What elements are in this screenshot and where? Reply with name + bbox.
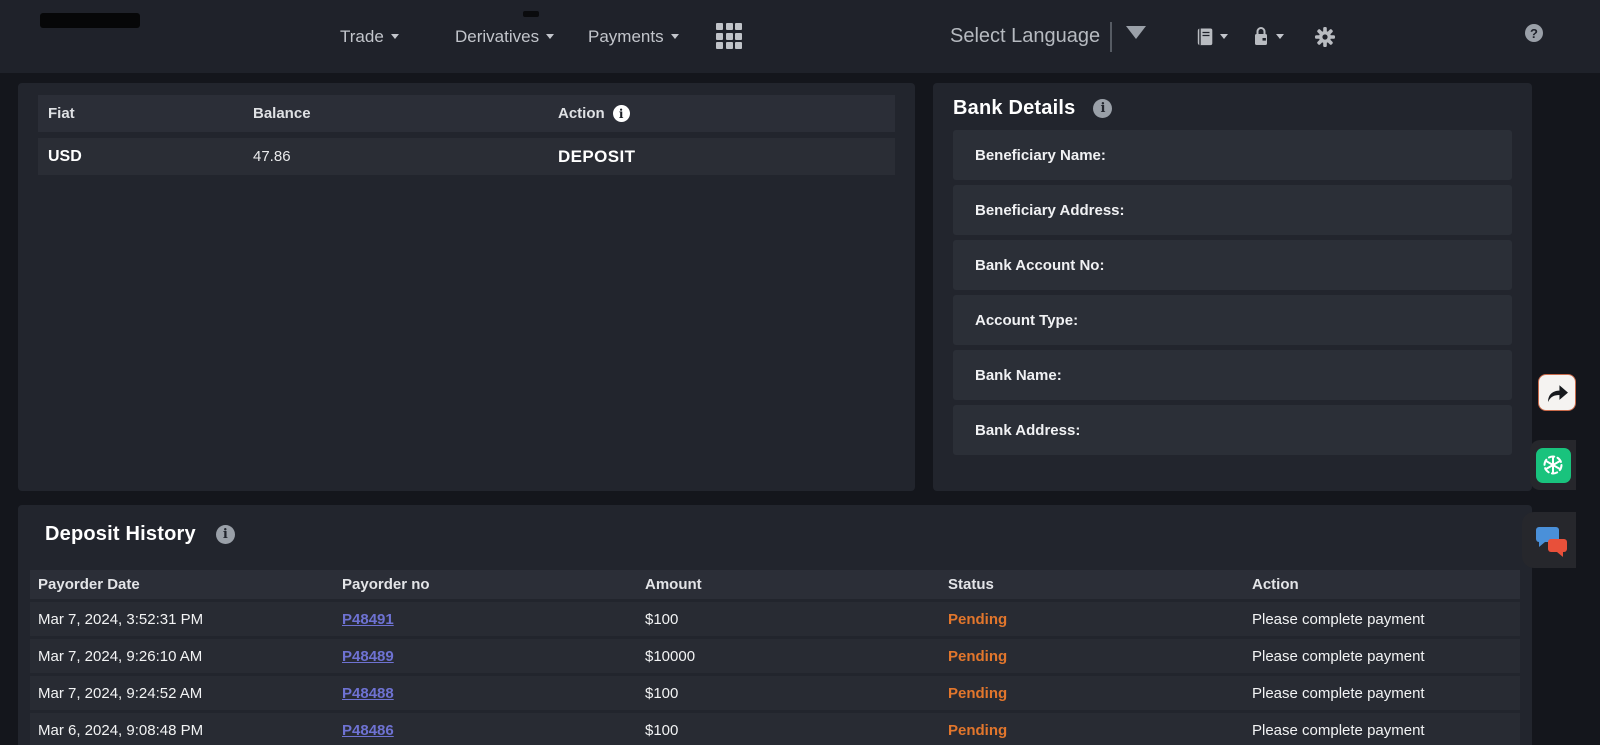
chevron-down-icon xyxy=(546,34,554,39)
table-row: Mar 7, 2024, 9:26:10 AM P48489 $10000 Pe… xyxy=(30,639,1520,673)
chevron-down-icon xyxy=(1220,34,1228,39)
payorder-link[interactable]: P48488 xyxy=(342,685,394,702)
action-text: Please complete payment xyxy=(1244,648,1520,665)
divider xyxy=(1110,22,1112,52)
security-menu[interactable] xyxy=(1250,0,1284,73)
orders-menu[interactable] xyxy=(1194,0,1228,73)
gpt-logo-icon xyxy=(1541,453,1565,477)
fiat-balance-value: 47.86 xyxy=(253,148,291,165)
deposit-history-panel: Deposit History i Payorder Date Payorder… xyxy=(18,505,1532,745)
action-text: Please complete payment xyxy=(1244,611,1520,628)
payorder-date: Mar 6, 2024, 9:08:48 PM xyxy=(30,722,334,739)
gpt-extension-button[interactable] xyxy=(1530,440,1576,490)
amount: $100 xyxy=(637,611,940,628)
apps-grid-icon[interactable] xyxy=(716,23,742,49)
fiat-currency: USD xyxy=(48,148,82,166)
col-payorder-date: Payorder Date xyxy=(30,576,334,593)
nav-payments[interactable]: Payments xyxy=(588,0,679,73)
amount: $100 xyxy=(637,685,940,702)
col-status: Status xyxy=(940,576,1244,593)
chat-bubbles-icon xyxy=(1526,519,1572,561)
share-arrow-icon xyxy=(1544,381,1570,405)
table-row: Mar 7, 2024, 3:52:31 PM P48491 $100 Pend… xyxy=(30,602,1520,636)
bank-field-bank-address: Bank Address: xyxy=(953,405,1512,455)
deposit-history-title: Deposit History xyxy=(45,523,196,546)
action-info-icon[interactable]: i xyxy=(613,105,630,122)
status-badge: Pending xyxy=(940,685,1244,702)
amount: $100 xyxy=(637,722,940,739)
lock-icon xyxy=(1250,25,1272,49)
amount: $10000 xyxy=(637,648,940,665)
language-selector[interactable]: Select Language xyxy=(950,0,1100,73)
action-text: Please complete payment xyxy=(1244,722,1520,739)
bank-field-account-no: Bank Account No: xyxy=(953,240,1512,290)
payorder-link[interactable]: P48486 xyxy=(342,722,394,739)
language-dropdown-icon[interactable] xyxy=(1126,26,1146,39)
help-icon[interactable]: ? xyxy=(1525,24,1543,42)
deposit-history-info-icon[interactable]: i xyxy=(216,525,235,544)
bank-details-info-icon[interactable]: i xyxy=(1093,99,1112,118)
payorder-link[interactable]: P48491 xyxy=(342,611,394,628)
status-badge: Pending xyxy=(940,722,1244,739)
logo[interactable] xyxy=(40,13,140,28)
payorder-link[interactable]: P48489 xyxy=(342,648,394,665)
gear-icon xyxy=(1314,26,1336,48)
col-action: Action xyxy=(1244,576,1520,593)
payorder-date: Mar 7, 2024, 9:24:52 AM xyxy=(30,685,334,702)
top-navbar: Trade Derivatives Payments Select Langua… xyxy=(0,0,1600,73)
deposit-history-table: Payorder Date Payorder no Amount Status … xyxy=(30,570,1520,745)
gpt-badge xyxy=(1536,448,1571,483)
payorder-date: Mar 7, 2024, 3:52:31 PM xyxy=(30,611,334,628)
status-badge: Pending xyxy=(940,611,1244,628)
book-icon xyxy=(1194,26,1216,48)
chevron-down-icon xyxy=(391,34,399,39)
nav-derivatives[interactable]: Derivatives xyxy=(455,0,554,73)
chevron-down-icon xyxy=(671,34,679,39)
bank-field-beneficiary-address: Beneficiary Address: xyxy=(953,185,1512,235)
history-table-header: Payorder Date Payorder no Amount Status … xyxy=(30,570,1520,599)
nav-derivatives-label: Derivatives xyxy=(455,27,539,47)
fiat-table: Fiat Balance Action i USD 47.86 DEPOSIT xyxy=(38,95,895,175)
bank-field-bank-name: Bank Name: xyxy=(953,350,1512,400)
bank-field-beneficiary-name: Beneficiary Name: xyxy=(953,130,1512,180)
col-action: Action xyxy=(558,105,605,122)
table-row: Mar 7, 2024, 9:24:52 AM P48488 $100 Pend… xyxy=(30,676,1520,710)
nav-trade-label: Trade xyxy=(340,27,384,47)
fiat-row-usd: USD 47.86 DEPOSIT xyxy=(38,138,895,175)
share-extension-button[interactable] xyxy=(1538,374,1576,411)
col-fiat: Fiat xyxy=(48,105,75,122)
help-glyph: ? xyxy=(1530,26,1538,41)
bank-field-account-type: Account Type: xyxy=(953,295,1512,345)
table-row: Mar 6, 2024, 9:08:48 PM P48486 $100 Pend… xyxy=(30,713,1520,745)
nav-payments-label: Payments xyxy=(588,27,664,47)
bank-details-fields: Beneficiary Name: Beneficiary Address: B… xyxy=(953,130,1512,455)
col-payorder-no: Payorder no xyxy=(334,576,637,593)
fiat-table-header: Fiat Balance Action i xyxy=(38,95,895,132)
bank-details-panel: Bank Details i Beneficiary Name: Benefic… xyxy=(933,83,1532,491)
chat-extension-button[interactable] xyxy=(1522,512,1576,568)
col-balance: Balance xyxy=(253,105,311,122)
deposit-button[interactable]: DEPOSIT xyxy=(558,147,635,167)
select-language-label: Select Language xyxy=(950,25,1100,48)
fiat-balance-panel: Fiat Balance Action i USD 47.86 DEPOSIT xyxy=(18,83,915,491)
nav-trade[interactable]: Trade xyxy=(340,0,399,73)
chevron-down-icon xyxy=(1276,34,1284,39)
payorder-date: Mar 7, 2024, 9:26:10 AM xyxy=(30,648,334,665)
status-badge: Pending xyxy=(940,648,1244,665)
bank-details-title: Bank Details xyxy=(953,97,1075,120)
action-text: Please complete payment xyxy=(1244,685,1520,702)
col-amount: Amount xyxy=(637,576,940,593)
settings-menu[interactable] xyxy=(1314,0,1336,73)
